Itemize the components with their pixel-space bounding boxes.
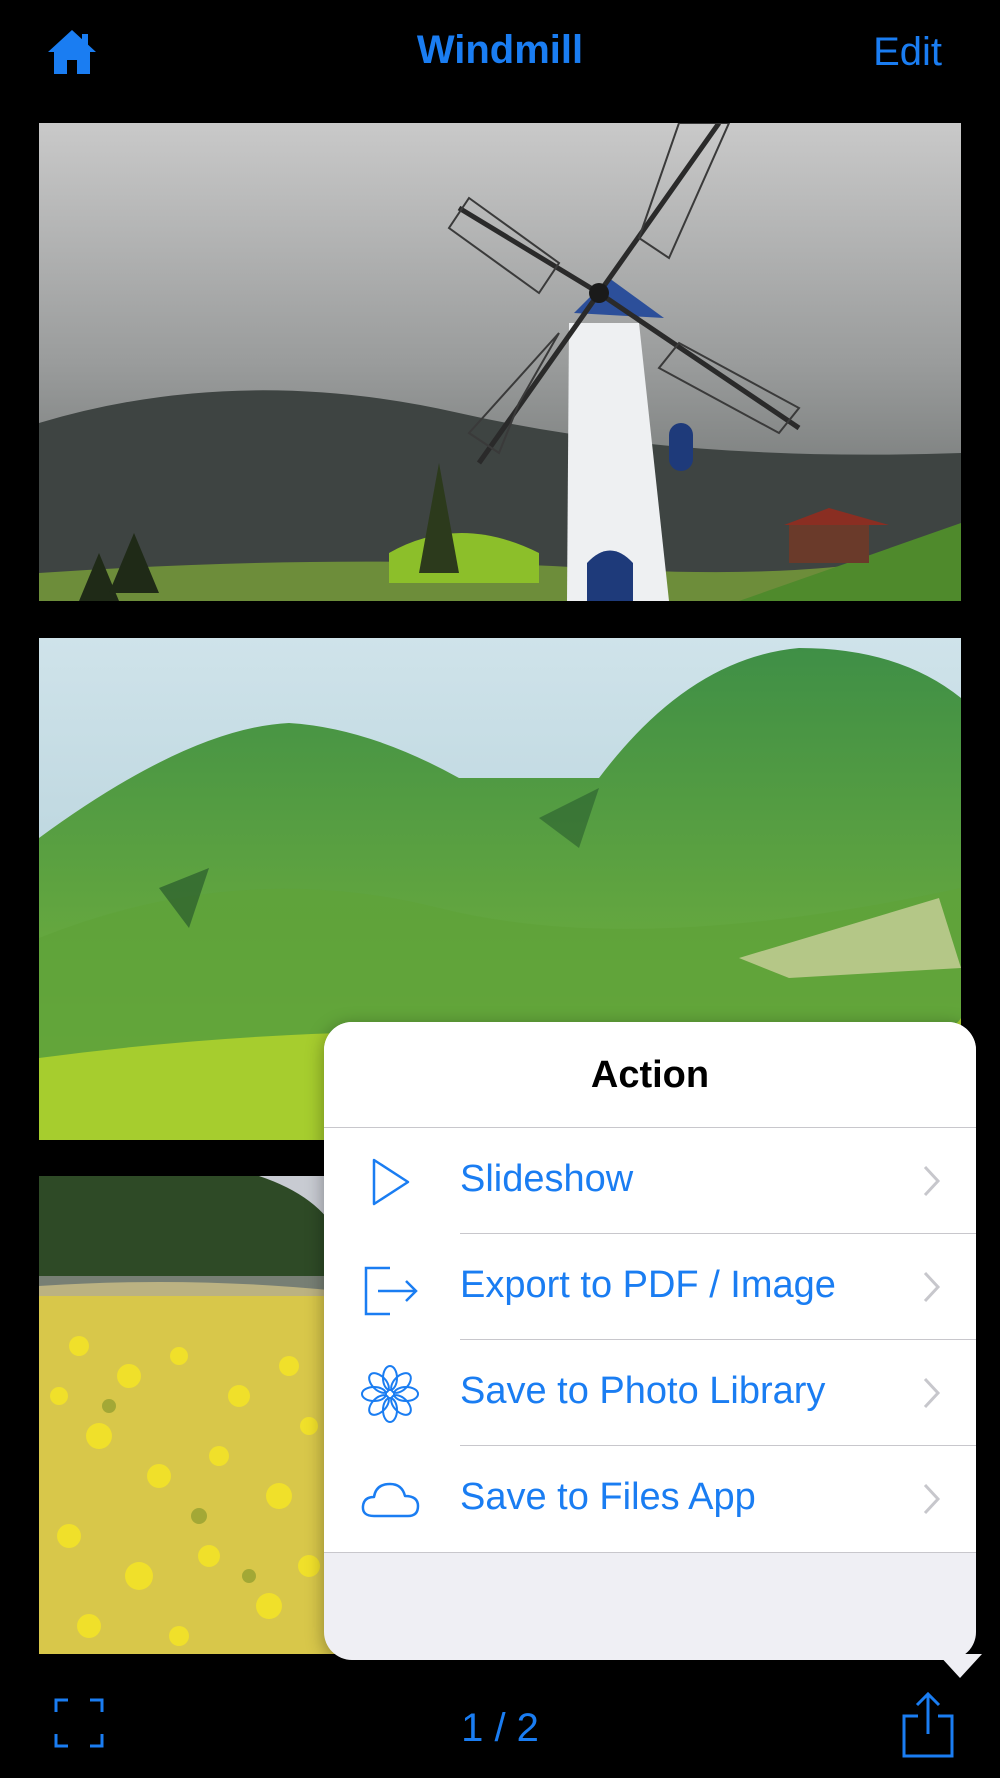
page-indicator: 1 / 2 xyxy=(461,1706,539,1750)
photos-flower-icon xyxy=(361,1365,419,1423)
share-icon[interactable] xyxy=(900,1691,956,1758)
edit-button[interactable]: Edit xyxy=(873,30,942,75)
chevron-right-icon xyxy=(923,1271,941,1303)
save-photo-library-label: Save to Photo Library xyxy=(460,1370,826,1412)
save-files-app-row[interactable]: Save to Files App xyxy=(324,1446,976,1552)
slideshow-label: Slideshow xyxy=(460,1158,634,1200)
popover-header: Action xyxy=(324,1022,976,1128)
play-icon xyxy=(372,1158,410,1206)
action-list: Slideshow Export to PDF / Image Save to … xyxy=(324,1128,976,1553)
windmill-photo[interactable] xyxy=(39,123,961,601)
page-title: Windmill xyxy=(416,28,584,72)
save-photo-library-row[interactable]: Save to Photo Library xyxy=(324,1340,976,1446)
export-row[interactable]: Export to PDF / Image xyxy=(324,1234,976,1340)
cloud-icon xyxy=(361,1482,420,1518)
navigation-bar: Windmill Edit xyxy=(0,0,1000,108)
chevron-right-icon xyxy=(923,1377,941,1409)
export-icon xyxy=(364,1266,418,1316)
slideshow-row[interactable]: Slideshow xyxy=(324,1128,976,1234)
popover-arrow xyxy=(938,1654,982,1678)
export-label: Export to PDF / Image xyxy=(460,1264,836,1306)
save-files-app-label: Save to Files App xyxy=(460,1476,756,1518)
chevron-right-icon xyxy=(923,1483,941,1515)
chevron-right-icon xyxy=(923,1165,941,1197)
bottom-toolbar: 1 / 2 xyxy=(0,1680,1000,1778)
action-popover: Action Slideshow Export to PDF / Image S… xyxy=(324,1022,976,1660)
popover-title: Action xyxy=(590,1054,710,1096)
